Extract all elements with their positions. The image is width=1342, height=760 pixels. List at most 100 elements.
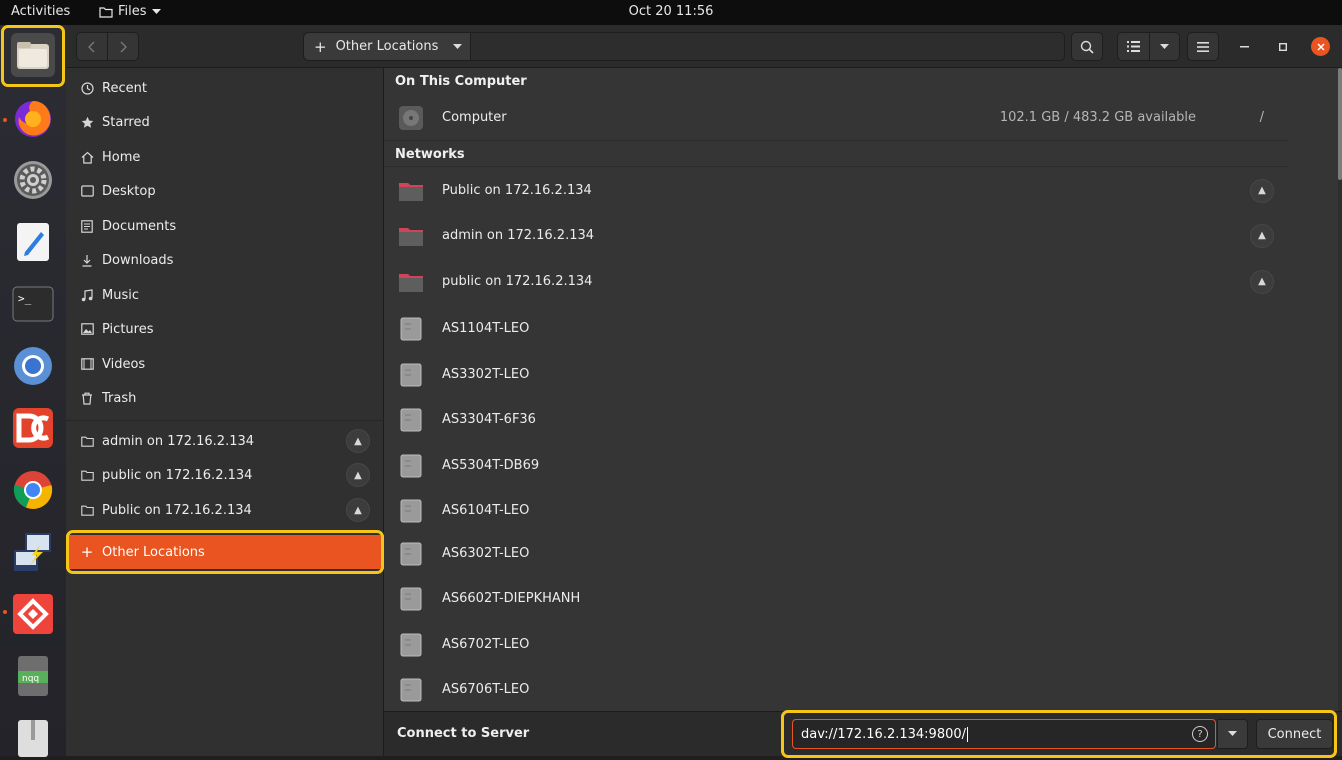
folder-remote-icon xyxy=(399,227,423,246)
hard-disk-icon xyxy=(399,105,423,130)
dock-network-connect-icon[interactable] xyxy=(11,530,55,574)
dock-text-editor-icon[interactable] xyxy=(11,220,55,264)
sidebar-item-desktop[interactable]: Desktop xyxy=(66,174,384,208)
network-server-icon xyxy=(400,542,422,565)
sidebar-item-starred[interactable]: Starred xyxy=(66,105,384,139)
server-address-input[interactable]: dav://172.16.2.134:9800/ ? xyxy=(792,719,1216,749)
eject-icon[interactable]: ▲ xyxy=(1250,223,1274,248)
maximize-button[interactable] xyxy=(1273,37,1293,57)
sidebar-item-music[interactable]: Music xyxy=(66,278,384,312)
sidebar-item-label: Documents xyxy=(102,218,177,234)
network-host-row[interactable]: AS3304T-6F36 xyxy=(384,397,1288,442)
sidebar-item-documents[interactable]: Documents xyxy=(66,209,384,243)
eject-icon[interactable]: ▲ xyxy=(1250,269,1274,294)
network-host-label: AS6702T-LEO xyxy=(442,637,530,652)
svg-text:nqq: nqq xyxy=(22,674,39,684)
sidebar-item-Public-share[interactable]: Public on 172.16.2.134 ▲ xyxy=(66,493,384,527)
dock-archive-icon[interactable] xyxy=(11,716,55,760)
top-bar: Activities Files Oct 20 11:56 xyxy=(0,0,1342,25)
minimize-button[interactable] xyxy=(1234,37,1254,57)
folder-remote-icon xyxy=(399,182,423,201)
close-button[interactable] xyxy=(1311,37,1330,56)
network-host-row[interactable]: AS1104T-LEO xyxy=(384,306,1288,351)
connect-to-server-bar: Connect to Server dav://172.16.2.134:980… xyxy=(384,710,1342,758)
list-view-button[interactable] xyxy=(1117,32,1150,61)
eject-icon[interactable]: ▲ xyxy=(346,498,370,522)
dock-doublecommander-icon[interactable] xyxy=(11,406,55,450)
section-title-networks: Networks xyxy=(395,147,465,162)
back-button[interactable] xyxy=(76,32,108,61)
desktop-icon xyxy=(80,184,94,198)
connect-button[interactable]: Connect xyxy=(1256,719,1333,749)
computer-row[interactable]: Computer 102.1 GB / 483.2 GB available / xyxy=(384,95,1288,140)
eject-icon[interactable]: ▲ xyxy=(346,463,370,487)
network-host-row[interactable]: AS6302T-LEO xyxy=(384,531,1288,576)
minimize-icon xyxy=(1239,46,1249,48)
sidebar-item-label: Music xyxy=(102,287,139,303)
sidebar-item-trash[interactable]: Trash xyxy=(66,381,384,415)
sidebar-item-downloads[interactable]: Downloads xyxy=(66,243,384,277)
recent-servers-dropdown[interactable] xyxy=(1217,719,1248,749)
sidebar-separator xyxy=(66,420,384,421)
dock-chrome-icon[interactable] xyxy=(11,468,55,512)
network-host-row[interactable]: AS6706T-LEO xyxy=(384,667,1288,711)
network-host-label: AS6602T-DIEPKHANH xyxy=(442,591,581,606)
forward-button[interactable] xyxy=(107,32,139,61)
downloads-icon xyxy=(80,253,94,267)
dock-notes-icon[interactable]: nqq xyxy=(11,654,55,698)
sidebar-item-home[interactable]: Home xyxy=(66,140,384,174)
sidebar-item-label: Other Locations xyxy=(102,544,205,560)
path-segment-other-locations[interactable]: + Other Locations xyxy=(304,33,471,60)
dock-chromium-icon[interactable] xyxy=(11,344,55,388)
dock-terminal-icon[interactable]: >_ xyxy=(11,282,55,326)
network-mount-row[interactable]: Public on 172.16.2.134 ▲ xyxy=(384,168,1288,213)
clock-icon xyxy=(80,81,94,95)
sidebar-item-label: Downloads xyxy=(102,252,174,268)
network-mount-row[interactable]: public on 172.16.2.134 ▲ xyxy=(384,259,1288,304)
help-icon[interactable]: ? xyxy=(1192,726,1208,742)
path-bar[interactable]: + Other Locations xyxy=(303,32,1065,61)
files-window: + Other Locations Recent Starred Home De… xyxy=(66,25,1342,758)
network-host-label: AS6706T-LEO xyxy=(442,682,530,697)
sidebar-item-videos[interactable]: Videos xyxy=(66,347,384,381)
sidebar-item-pictures[interactable]: Pictures xyxy=(66,312,384,346)
running-indicator xyxy=(3,118,7,122)
menu-button[interactable] xyxy=(1187,32,1219,61)
network-server-icon xyxy=(400,499,422,522)
chevron-down-icon xyxy=(1160,43,1169,49)
dock-files-icon[interactable] xyxy=(11,33,55,77)
scrollbar[interactable] xyxy=(1338,68,1342,711)
sidebar-item-label: public on 172.16.2.134 xyxy=(102,467,253,483)
mount-path: / xyxy=(1259,110,1264,125)
network-host-row[interactable]: AS6702T-LEO xyxy=(384,622,1288,667)
computer-label: Computer xyxy=(442,110,507,125)
sidebar-item-other-locations[interactable]: + Other Locations xyxy=(66,535,384,569)
sidebar-item-admin-share[interactable]: admin on 172.16.2.134 ▲ xyxy=(66,424,384,458)
dock-firefox-icon[interactable] xyxy=(11,96,55,140)
network-host-row[interactable]: AS6602T-DIEPKHANH xyxy=(384,576,1288,621)
eject-icon[interactable]: ▲ xyxy=(1250,178,1274,203)
search-button[interactable] xyxy=(1071,32,1103,61)
pictures-icon xyxy=(80,322,94,336)
network-host-row[interactable]: AS5304T-DB69 xyxy=(384,443,1288,488)
scrollbar-thumb[interactable] xyxy=(1338,68,1342,180)
dock-anydesk-icon[interactable] xyxy=(11,592,55,636)
network-server-icon xyxy=(400,633,422,656)
sidebar-item-recent[interactable]: Recent xyxy=(66,71,384,105)
network-host-label: AS6302T-LEO xyxy=(442,546,530,561)
dock-settings-icon[interactable] xyxy=(11,158,55,202)
network-host-row[interactable]: AS6104T-LEO xyxy=(384,488,1288,533)
network-host-row[interactable]: AS3302T-LEO xyxy=(384,352,1288,397)
trash-icon xyxy=(80,391,94,405)
view-options-button[interactable] xyxy=(1149,32,1180,61)
chevron-down-icon xyxy=(1228,731,1237,736)
network-server-icon xyxy=(400,317,422,340)
eject-icon[interactable]: ▲ xyxy=(346,429,370,453)
dock: >_ nqq xyxy=(0,25,66,757)
videos-icon xyxy=(80,357,94,371)
sidebar-item-label: Videos xyxy=(102,356,146,372)
sidebar-item-public-share[interactable]: public on 172.16.2.134 ▲ xyxy=(66,458,384,492)
clock[interactable]: Oct 20 11:56 xyxy=(0,4,1342,19)
network-mount-row[interactable]: admin on 172.16.2.134 ▲ xyxy=(384,213,1288,258)
music-icon xyxy=(80,288,94,302)
